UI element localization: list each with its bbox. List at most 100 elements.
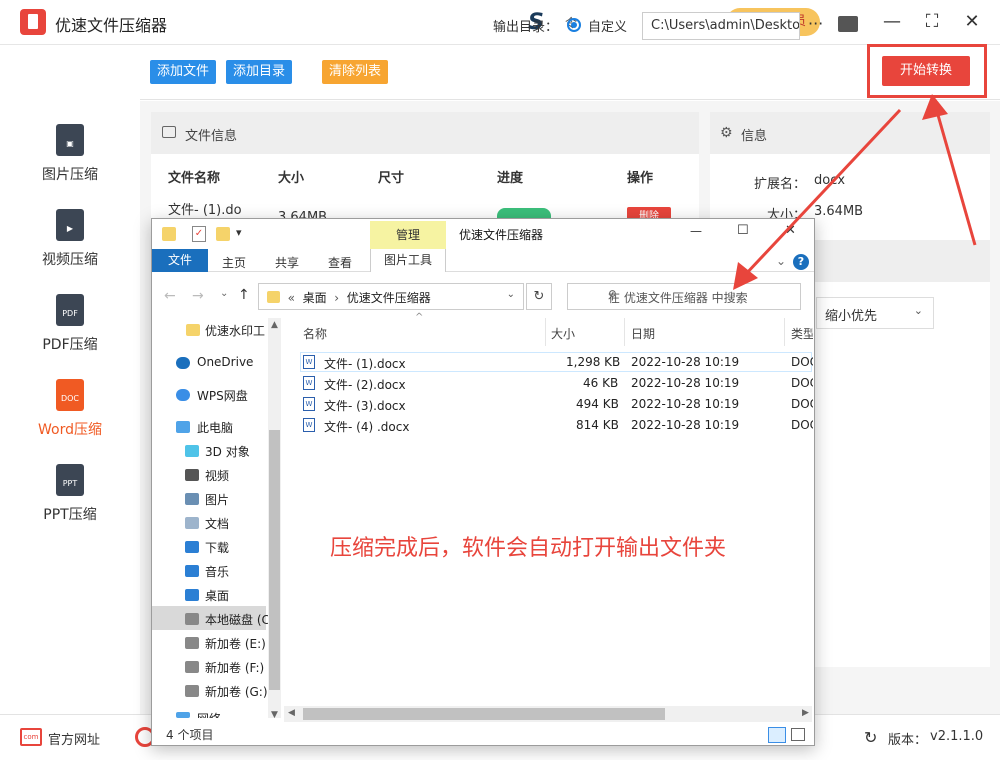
sidebar-item-word[interactable]: DOC Word压缩 (0, 375, 140, 455)
video-file-icon: ▶ (56, 209, 84, 241)
folder-icon[interactable] (838, 16, 858, 32)
file-name[interactable]: 文件- (4) .docx (324, 418, 409, 438)
sidebar-item-label: PDF压缩 (42, 337, 98, 353)
nav-item-watermark[interactable]: 优速水印工 (205, 322, 265, 339)
sidebar-item-video[interactable]: ▶ 视频压缩 (0, 205, 140, 285)
pictures-icon (185, 493, 199, 505)
back-arrow-icon[interactable]: ← (164, 288, 176, 304)
doc-file-icon: DOC (56, 379, 84, 411)
output-dir-label: 输出目录： (493, 20, 559, 35)
sidebar-item-pdf[interactable]: PDF PDF压缩 (0, 290, 140, 370)
col-progress: 进度 (497, 171, 524, 186)
minimize-button[interactable]: — (880, 10, 904, 34)
nav-item-videos[interactable]: 视频 (205, 467, 229, 484)
search-input[interactable]: 在 优速文件压缩器 中搜索 (567, 283, 801, 310)
ppt-file-icon: PPT (56, 464, 84, 496)
music-icon (185, 565, 199, 577)
nav-item-documents[interactable]: 文档 (205, 515, 229, 532)
col-header-date[interactable]: 日期 (631, 325, 655, 342)
refresh-icon[interactable]: ↻ (864, 728, 877, 747)
column-divider (784, 318, 785, 346)
ribbon-tab-file[interactable]: 文件 (152, 249, 208, 272)
explorer-title: 优速文件压缩器 (459, 228, 544, 242)
nav-item-desktop[interactable]: 桌面 (205, 587, 229, 604)
sort-up-icon: ^ (415, 312, 424, 323)
nav-item-network[interactable]: 网络 (197, 710, 221, 718)
sidebar: ▣ 图片压缩 ▶ 视频压缩 PDF PDF压缩 DOC Word压缩 PPT P… (0, 46, 140, 714)
file-date: 2022-10-28 10:19 (631, 355, 740, 369)
breadcrumb-current[interactable]: 优速文件压缩器 (347, 291, 431, 305)
official-site-link[interactable]: 官方网址 (48, 729, 100, 748)
address-dropdown-icon[interactable]: ⌄ (507, 289, 515, 300)
version-label: 版本： (888, 733, 928, 748)
file-name[interactable]: 文件- (2).docx (324, 376, 406, 396)
breadcrumb-desktop[interactable]: 桌面 (303, 291, 327, 305)
explorer-minimize-button[interactable]: — (690, 224, 702, 238)
info-panel-title: 信息 (741, 129, 768, 144)
explorer-close-button[interactable]: ✕ (785, 223, 796, 238)
thumbnail-view-icon[interactable] (791, 728, 805, 741)
col-dimension: 尺寸 (378, 171, 405, 186)
ribbon-expand-icon[interactable]: ⌄ (776, 254, 786, 268)
col-header-type[interactable]: 类型 (791, 325, 813, 342)
app-title: 优速文件压缩器 (55, 16, 168, 35)
more-options-button[interactable]: ··· (808, 14, 823, 33)
nav-item-drive-f[interactable]: 新加卷 (F:) (205, 659, 264, 676)
ribbon-tab-picture-tools[interactable]: 图片工具 (370, 249, 446, 272)
column-divider (624, 318, 625, 346)
nav-item-music[interactable]: 音乐 (205, 563, 229, 580)
add-file-button[interactable]: 添加文件 (150, 60, 217, 84)
properties-icon[interactable]: ✓ (192, 226, 206, 242)
nav-item-pictures[interactable]: 图片 (205, 491, 229, 508)
add-directory-button[interactable]: 添加目录 (226, 60, 293, 84)
start-convert-button[interactable]: 开始转换 (882, 56, 970, 86)
nav-item-downloads[interactable]: 下载 (205, 539, 229, 556)
scroll-right-icon[interactable]: ▶ (802, 708, 809, 718)
sidebar-item-ppt[interactable]: PPT PPT压缩 (0, 460, 140, 540)
manage-tab[interactable]: 管理 (370, 221, 446, 249)
scroll-down-icon[interactable]: ▼ (271, 710, 278, 720)
file-name[interactable]: 文件- (3).docx (324, 397, 406, 417)
up-arrow-icon[interactable]: ↑ (238, 287, 250, 303)
custom-radio-label[interactable]: 自定义 (588, 16, 627, 35)
explorer-maximize-button[interactable]: ☐ (737, 223, 749, 238)
column-divider (545, 318, 546, 346)
scroll-left-icon[interactable]: ◀ (288, 708, 295, 718)
nav-item-drive-e[interactable]: 新加卷 (E:) (205, 635, 266, 652)
nav-item-wps[interactable]: WPS网盘 (197, 387, 248, 404)
refresh-icon[interactable]: ↻ (526, 283, 552, 310)
col-header-size[interactable]: 大小 (551, 325, 575, 342)
new-folder-icon[interactable] (216, 227, 230, 241)
horizontal-scrollbar-thumb[interactable] (303, 708, 665, 720)
col-header-name[interactable]: 名称 (303, 325, 327, 342)
recent-chevron-icon[interactable]: ⌄ (220, 288, 228, 299)
sidebar-item-image[interactable]: ▣ 图片压缩 (0, 120, 140, 200)
forward-arrow-icon[interactable]: → (192, 288, 204, 304)
nav-item-3d[interactable]: 3D 对象 (205, 443, 250, 460)
ribbon-tab-view[interactable]: 查看 (328, 254, 352, 271)
word-doc-icon: W (303, 397, 315, 411)
help-icon[interactable]: ? (793, 254, 809, 270)
custom-radio[interactable] (567, 18, 581, 32)
scroll-up-icon[interactable]: ▲ (271, 320, 278, 330)
explorer-status: 4 个项目 (152, 724, 814, 745)
maximize-button[interactable]: ⛶ (920, 10, 944, 34)
ribbon-tab-home[interactable]: 主页 (222, 254, 246, 271)
nav-item-drive-g[interactable]: 新加卷 (G:) (205, 683, 268, 700)
nav-item-onedrive[interactable]: OneDrive (197, 355, 253, 369)
clear-list-button[interactable]: 清除列表 (322, 60, 389, 84)
nav-item-drive-c[interactable]: 本地磁盘 (C (205, 611, 270, 628)
customize-chevron-icon[interactable]: ▾ (236, 226, 242, 239)
nav-item-this-pc[interactable]: 此电脑 (197, 419, 233, 436)
output-path-input[interactable]: C:\Users\admin\Desktop (642, 12, 800, 40)
file-name[interactable]: 文件- (1).docx (324, 355, 406, 375)
downloads-icon (185, 541, 199, 553)
breadcrumb-overflow-icon[interactable]: « (284, 291, 299, 305)
nav-scrollbar-thumb[interactable] (269, 430, 280, 690)
details-view-icon[interactable] (768, 727, 786, 743)
file-panel-title: 文件信息 (185, 129, 238, 144)
compress-mode-select[interactable]: 缩小优先 ⌄ (816, 297, 934, 329)
close-button[interactable]: ✕ (960, 10, 984, 34)
address-bar[interactable]: « 桌面 › 优速文件压缩器 ⌄ (258, 283, 524, 310)
ribbon-tab-share[interactable]: 共享 (275, 254, 299, 271)
